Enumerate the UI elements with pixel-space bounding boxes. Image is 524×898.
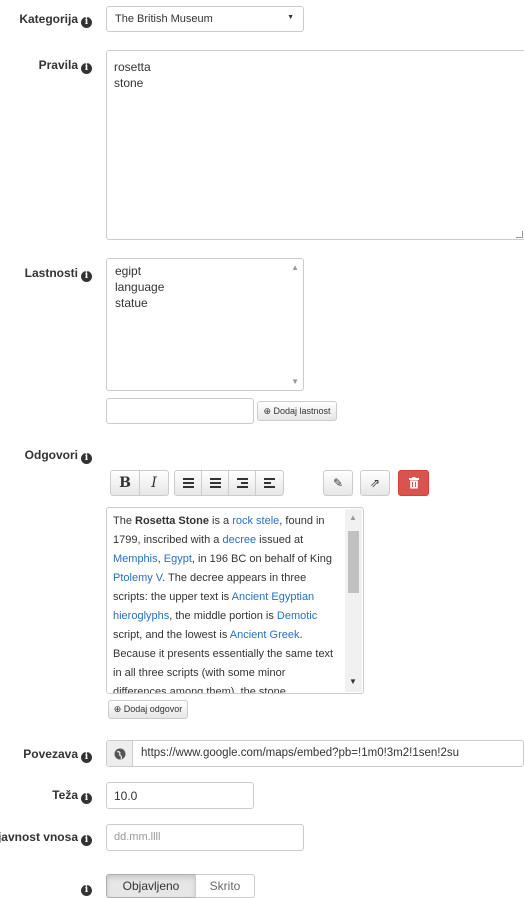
indent-button[interactable] xyxy=(255,470,284,496)
rules-label: Pravila i xyxy=(39,58,92,74)
properties-label: Lastnosti i xyxy=(25,266,92,282)
answer-text-run: issued at xyxy=(256,534,304,546)
bold-button[interactable]: B xyxy=(110,470,140,496)
caret-down-icon: ▼ xyxy=(287,14,294,21)
answer-link[interactable]: decree xyxy=(222,534,256,546)
property-item[interactable]: egipt xyxy=(115,263,295,279)
weight-label: Teža i xyxy=(52,788,92,804)
info-icon: i xyxy=(81,835,92,846)
answer-link[interactable]: Egypt xyxy=(164,553,192,565)
ordered-list-button[interactable] xyxy=(201,470,229,496)
indent-icon xyxy=(264,478,275,488)
category-label: Kategorija i xyxy=(19,12,92,28)
new-property-input[interactable] xyxy=(106,398,254,424)
outdent-icon xyxy=(236,478,248,488)
answer-link[interactable]: Demotic xyxy=(277,610,317,622)
scroll-down-arrow[interactable]: ▼ xyxy=(291,377,299,386)
globe-icon xyxy=(114,748,125,759)
italic-button[interactable]: I xyxy=(139,470,169,496)
info-icon: i xyxy=(81,271,92,282)
category-select[interactable]: The British Museum ▼ xyxy=(106,6,304,32)
scroll-up-arrow[interactable]: ▲ xyxy=(291,263,299,272)
hidden-toggle[interactable]: Skrito xyxy=(195,874,255,898)
info-icon: i xyxy=(81,793,92,804)
share-icon: ⇗ xyxy=(369,476,381,490)
answer-text-run: , in 196 BC on behalf of King xyxy=(191,553,332,565)
insert-link-button[interactable]: ⇗ xyxy=(360,470,390,496)
answer-link[interactable]: Memphis xyxy=(113,553,158,565)
answer-link[interactable]: rock stele xyxy=(232,515,279,527)
answer-link[interactable]: Ptolemy V xyxy=(113,572,162,584)
answers-label: Odgovori i xyxy=(25,448,92,464)
scrollbar[interactable]: ▲ ▼ xyxy=(345,509,362,692)
info-icon: i xyxy=(81,885,92,896)
answer-link[interactable]: Ancient Greek xyxy=(230,629,300,641)
answer-text[interactable]: The Rosetta Stone is a rock stele, found… xyxy=(113,512,339,693)
answer-text-run: script, and the lowest is xyxy=(113,629,230,641)
scroll-up-arrow[interactable]: ▲ xyxy=(349,513,357,522)
validity-label: Veljavnost vnosai xyxy=(0,830,92,846)
answer-text-run: is a xyxy=(208,515,233,527)
pencil-icon: ✎ xyxy=(332,476,344,490)
link-input-group[interactable]: https://www.google.com/maps/embed?pb=!1m… xyxy=(106,740,524,767)
properties-listbox[interactable]: egipt language statue ▲ ▼ xyxy=(106,258,304,391)
property-item[interactable]: statue xyxy=(115,295,295,311)
info-icon: i xyxy=(81,17,92,28)
plus-circle-icon: ⊕ xyxy=(263,406,271,416)
rules-line: rosetta xyxy=(114,60,151,74)
validity-date-input[interactable]: dd.mm.llll xyxy=(106,824,304,851)
answer-text-run: , the middle portion is xyxy=(169,610,277,622)
info-icon: i xyxy=(81,752,92,763)
trash-icon xyxy=(408,477,419,489)
visibility-label: i xyxy=(78,880,92,896)
property-item[interactable]: language xyxy=(115,279,295,295)
info-icon: i xyxy=(81,63,92,74)
delete-answer-button[interactable] xyxy=(398,470,429,496)
plus-circle-icon: ⊕ xyxy=(113,704,122,714)
rules-line: stone xyxy=(114,76,144,90)
outdent-button[interactable] xyxy=(228,470,256,496)
answer-editor[interactable]: The Rosetta Stone is a rock stele, found… xyxy=(106,507,364,694)
answer-text-run: The xyxy=(113,515,136,527)
scroll-down-arrow[interactable]: ▼ xyxy=(349,677,357,686)
rules-textarea[interactable]: rosetta stone xyxy=(106,50,524,240)
info-icon: i xyxy=(81,453,92,464)
scrollbar-thumb[interactable] xyxy=(348,531,359,593)
add-property-button[interactable]: ⊕ Dodaj lastnost xyxy=(257,401,337,421)
link-input[interactable]: https://www.google.com/maps/embed?pb=!1m… xyxy=(141,747,459,759)
add-answer-button[interactable]: ⊕ Dodaj odgovor xyxy=(108,700,188,719)
resize-handle[interactable] xyxy=(516,231,523,238)
answer-bold-text: Rosetta Stone xyxy=(135,515,209,527)
globe-addon xyxy=(107,741,133,766)
weight-input[interactable]: 10.0 xyxy=(106,782,254,809)
link-label: Povezava i xyxy=(23,747,92,763)
list-ul-icon xyxy=(182,478,194,488)
edit-html-button[interactable]: ✎ xyxy=(323,470,353,496)
list-ol-icon xyxy=(209,478,221,488)
published-toggle[interactable]: Objavljeno xyxy=(106,874,196,898)
unordered-list-button[interactable] xyxy=(174,470,202,496)
